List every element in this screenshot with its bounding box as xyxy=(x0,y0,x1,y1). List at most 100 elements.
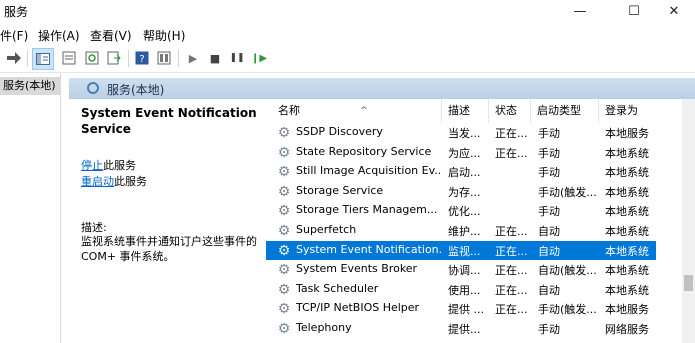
service-logon-cell: 本地系统 xyxy=(605,244,649,258)
vertical-scrollbar[interactable] xyxy=(682,99,695,343)
gear-icon: ⚙ xyxy=(277,164,291,181)
service-logon-cell: 本地系统 xyxy=(605,205,649,219)
service-desc-cell: 优化... xyxy=(448,205,481,219)
service-name-cell: Storage Service xyxy=(296,183,384,197)
stop-suffix: 此服务 xyxy=(103,159,136,172)
title-bar: 服务 — ☐ ✕ xyxy=(0,0,695,22)
service-logon-cell: 网络服务 xyxy=(605,323,649,336)
service-row[interactable]: ⚙ System Events Broker 协调... 正在... 自动(触发... 本… xyxy=(266,260,656,280)
service-startup-cell: 手动 xyxy=(538,205,560,219)
service-status-cell: 正在... xyxy=(495,146,528,160)
stop-service-link[interactable]: 停止 xyxy=(81,159,103,172)
description-pane: System Event Notification Service 停止此服务 … xyxy=(69,99,269,343)
service-desc-cell: 协调... xyxy=(448,264,481,278)
service-desc-cell: 提供... xyxy=(448,323,481,336)
service-row[interactable]: ⚙ Task Scheduler 使用... 正在... 自动 本地系统 xyxy=(266,280,656,300)
service-row[interactable]: ⚙ Storage Tiers Managem... 优化... 手动 本地系统 xyxy=(266,201,656,221)
service-name-cell: Superfetch xyxy=(296,223,357,236)
service-row[interactable]: ⚙ Superfetch 维护... 正在... 自动 本地系统 xyxy=(266,221,656,241)
service-row[interactable]: ⚙ TCP/IP NetBIOS Helper 提供 ... 正在... 手动(触发..… xyxy=(266,299,656,319)
gear-icon: ⚙ xyxy=(277,242,291,259)
minimize-button[interactable]: — xyxy=(557,0,603,22)
service-logon-cell: 本地服务 xyxy=(605,127,649,140)
menu-file[interactable]: 件(F) xyxy=(0,27,28,44)
refresh-icon[interactable] xyxy=(84,50,100,66)
service-startup-cell: 手动 xyxy=(538,323,560,336)
panel-header-label: 服务(本地) xyxy=(107,83,165,97)
service-logon-cell: 本地系统 xyxy=(605,225,649,238)
svg-text:?: ? xyxy=(139,54,144,65)
tree-node-services-local[interactable]: 服务(本地) xyxy=(0,77,60,95)
column-header-status[interactable]: 状态 xyxy=(489,99,531,123)
service-desc-cell: 启动... xyxy=(448,166,481,180)
service-row[interactable]: ⚙ System Event Notification... 监视... 正在... 自… xyxy=(266,240,656,261)
forward-arrow-icon[interactable] xyxy=(6,50,22,66)
stop-service-icon[interactable]: ■ xyxy=(207,50,223,66)
service-row[interactable]: ⚙ State Repository Service 为应... 正在... 手动 本地系… xyxy=(266,143,656,163)
service-name-cell: Still Image Acquisition Ev... xyxy=(296,164,442,178)
menu-action[interactable]: 操作(A) xyxy=(38,27,80,44)
toolbar-separator xyxy=(178,50,179,67)
service-logon-cell: 本地系统 xyxy=(605,146,649,160)
export-list-icon[interactable] xyxy=(106,50,122,66)
service-startup-cell: 自动(触发... xyxy=(538,264,597,278)
close-button[interactable]: ✕ xyxy=(651,0,695,22)
service-status-cell: 正在... xyxy=(495,225,528,238)
service-name-cell: TCP/IP NetBIOS Helper xyxy=(296,301,420,315)
service-row[interactable]: ⚙ Still Image Acquisition Ev... 启动... 手动 本地系… xyxy=(266,162,656,182)
description-label: 描述: xyxy=(81,221,107,234)
gear-icon: ⚙ xyxy=(277,125,291,141)
service-startup-cell: 手动(触发... xyxy=(538,303,597,317)
service-startup-cell: 手动(触发... xyxy=(538,185,597,199)
console-tree: 服务(本地) xyxy=(0,73,61,343)
gear-icon: ⚙ xyxy=(277,262,291,279)
service-logon-cell: 本地系统 xyxy=(605,283,649,297)
service-status-cell: 正在... xyxy=(495,264,528,278)
scrollbar-thumb[interactable] xyxy=(684,275,693,291)
column-header-logon-as[interactable]: 登录为 xyxy=(599,99,659,123)
gear-icon: ⚙ xyxy=(277,301,291,318)
restart-service-link[interactable]: 重启动 xyxy=(81,175,114,188)
service-row[interactable]: ⚙ SSDP Discovery 当发... 正在... 手动 本地服务 xyxy=(266,123,656,143)
toolbar-separator xyxy=(27,50,28,67)
service-status-cell: 正在... xyxy=(495,244,528,258)
service-desc-cell: 维护... xyxy=(448,225,481,238)
sort-ascending-icon: ^ xyxy=(360,106,368,116)
service-desc-cell: 监视... xyxy=(448,244,481,258)
gear-icon: ⚙ xyxy=(277,183,291,200)
service-logon-cell: 本地服务 xyxy=(605,303,649,317)
menu-help[interactable]: 帮助(H) xyxy=(143,27,185,44)
service-logon-cell: 本地系统 xyxy=(605,264,649,278)
service-startup-cell: 自动 xyxy=(538,244,560,258)
gear-icon: ⚙ xyxy=(277,223,291,239)
view-icon[interactable] xyxy=(156,50,172,66)
menu-view[interactable]: 查看(V) xyxy=(90,27,132,44)
service-name-cell: System Event Notification... xyxy=(296,242,442,256)
service-logon-cell: 本地系统 xyxy=(605,185,649,199)
service-name-cell: System Events Broker xyxy=(296,262,418,276)
service-status-cell: 正在... xyxy=(495,303,528,317)
column-header-description[interactable]: 描述 xyxy=(442,99,489,123)
stop-line: 停止此服务 xyxy=(81,157,136,173)
column-header-startup-type[interactable]: 启动类型 xyxy=(531,99,599,123)
pause-service-icon[interactable]: ❚❚ xyxy=(229,50,245,66)
console-tree-icon[interactable] xyxy=(32,48,54,70)
help-icon[interactable]: ? xyxy=(134,50,150,66)
properties-icon[interactable] xyxy=(61,50,77,66)
restart-line: 重启动此服务 xyxy=(81,173,147,189)
gear-icon: ⚙ xyxy=(277,203,291,220)
service-startup-cell: 手动 xyxy=(538,146,560,160)
service-desc-cell: 当发... xyxy=(448,127,481,140)
service-row[interactable]: ⚙ Telephony 提供... 手动 网络服务 xyxy=(266,319,656,339)
service-name-cell: Task Scheduler xyxy=(296,281,379,295)
service-logon-cell: 本地系统 xyxy=(605,166,649,180)
service-name-cell: State Repository Service xyxy=(296,144,432,158)
column-header-name[interactable]: 名称 ^ xyxy=(272,99,442,123)
restart-service-icon[interactable]: ❙▶ xyxy=(251,50,267,66)
service-startup-cell: 手动 xyxy=(538,127,560,140)
service-name-cell: SSDP Discovery xyxy=(296,125,383,138)
start-service-icon[interactable]: ▶ xyxy=(185,50,201,66)
service-status-cell: 正在... xyxy=(495,283,528,297)
service-row[interactable]: ⚙ Storage Service 为存... 手动(触发... 本地系统 xyxy=(266,182,656,202)
gear-icon: ⚙ xyxy=(277,321,291,337)
